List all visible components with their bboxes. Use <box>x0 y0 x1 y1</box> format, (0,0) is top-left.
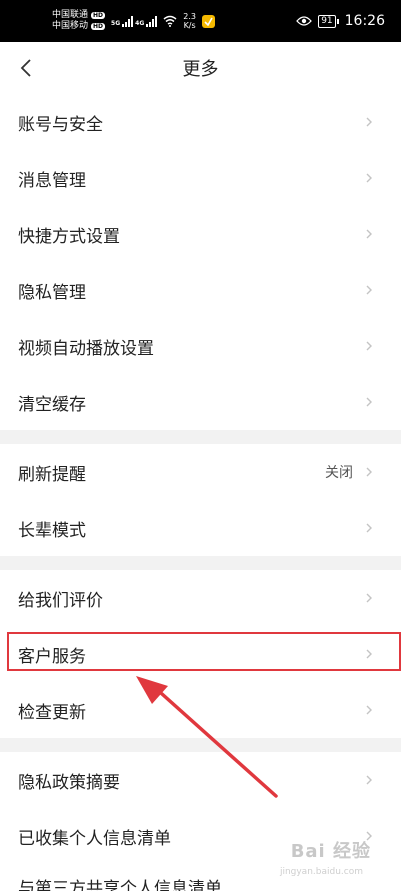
menu-item-label: 长辈模式 <box>18 520 86 541</box>
menu-item-label: 账号与安全 <box>18 114 103 135</box>
settings-section-1: 账号与安全 消息管理 快捷方式设置 隐私管理 视频自动播放设置 清空缓存 <box>0 94 401 430</box>
menu-item-refresh-reminder[interactable]: 刷新提醒 关闭 <box>0 444 401 500</box>
network-speed: 2.3 K/s <box>183 12 196 30</box>
menu-item-video-autoplay[interactable]: 视频自动播放设置 <box>0 318 401 374</box>
battery-level: 91 <box>318 14 336 28</box>
status-bar: 中国联通 HD 中国移动 HD 5G 4G 2.3 K/s 91 16:26 <box>0 0 401 42</box>
menu-item-elder-mode[interactable]: 长辈模式 <box>0 500 401 556</box>
chevron-right-icon <box>366 467 372 477</box>
section-divider <box>0 556 401 570</box>
battery-icon: 91 <box>318 14 339 28</box>
section-divider <box>0 430 401 444</box>
chevron-right-icon <box>366 705 372 715</box>
menu-item-privacy-policy-summary[interactable]: 隐私政策摘要 <box>0 752 401 808</box>
signal-2-label: 4G <box>135 19 145 27</box>
carrier-1: 中国联通 HD <box>52 10 106 21</box>
signal-2-icon <box>146 15 158 27</box>
menu-item-label: 清空缓存 <box>18 394 86 415</box>
menu-item-clear-cache[interactable]: 清空缓存 <box>0 374 401 430</box>
chevron-right-icon <box>366 229 372 239</box>
menu-item-rate-us[interactable]: 给我们评价 <box>0 570 401 626</box>
carrier-2-name: 中国移动 <box>52 21 89 31</box>
back-button[interactable] <box>12 54 40 82</box>
speed-unit: K/s <box>183 21 196 30</box>
chevron-right-icon <box>366 117 372 127</box>
watermark-logo: Bai 经验 <box>290 841 371 862</box>
settings-section-2: 刷新提醒 关闭 长辈模式 <box>0 444 401 556</box>
menu-item-customer-service[interactable]: 客户服务 <box>0 626 401 682</box>
wifi-icon <box>163 15 177 27</box>
refresh-reminder-value: 关闭 <box>325 465 353 481</box>
menu-item-label: 视频自动播放设置 <box>18 338 154 359</box>
menu-item-label: 隐私管理 <box>18 282 86 303</box>
eye-icon <box>296 16 313 26</box>
menu-item-label: 检查更新 <box>18 702 86 723</box>
chevron-right-icon <box>366 775 372 785</box>
signal-1-label: 5G <box>111 19 121 27</box>
carrier-2: 中国移动 HD <box>52 21 106 32</box>
menu-item-label: 隐私政策摘要 <box>18 772 120 793</box>
chevron-right-icon <box>366 341 372 351</box>
settings-section-3: 给我们评价 客户服务 检查更新 <box>0 570 401 738</box>
chevron-right-icon <box>366 285 372 295</box>
menu-item-label: 客户服务 <box>18 646 86 667</box>
watermark-url: jingyan.baidu.com <box>279 867 363 877</box>
menu-item-label: 快捷方式设置 <box>18 226 120 247</box>
menu-item-label: 消息管理 <box>18 170 86 191</box>
back-arrow-icon <box>20 59 31 77</box>
menu-item-check-update[interactable]: 检查更新 <box>0 682 401 738</box>
notification-app-icon <box>201 14 215 28</box>
section-divider <box>0 738 401 752</box>
speed-value: 2.3 <box>183 12 196 21</box>
chevron-right-icon <box>366 173 372 183</box>
menu-item-account-security[interactable]: 账号与安全 <box>0 94 401 150</box>
hd-badge: HD <box>91 23 106 30</box>
page-title: 更多 <box>182 59 219 80</box>
top-bar: 更多 <box>0 42 401 94</box>
menu-item-label: 刷新提醒 <box>18 464 86 485</box>
clock: 16:26 <box>344 13 385 29</box>
menu-item-message-management[interactable]: 消息管理 <box>0 150 401 206</box>
chevron-right-icon <box>366 593 372 603</box>
signal-icons: 5G 4G <box>111 15 158 27</box>
chevron-right-icon <box>366 649 372 659</box>
carrier-info: 中国联通 HD 中国移动 HD <box>52 10 106 32</box>
chevron-right-icon <box>366 397 372 407</box>
signal-1-icon <box>122 15 134 27</box>
hd-badge: HD <box>91 12 106 19</box>
chevron-right-icon <box>366 523 372 533</box>
carrier-1-name: 中国联通 <box>52 10 89 20</box>
menu-item-privacy-management[interactable]: 隐私管理 <box>0 262 401 318</box>
menu-item-label: 给我们评价 <box>18 590 103 611</box>
status-right: 91 16:26 <box>296 13 385 29</box>
menu-item-shortcut-settings[interactable]: 快捷方式设置 <box>0 206 401 262</box>
